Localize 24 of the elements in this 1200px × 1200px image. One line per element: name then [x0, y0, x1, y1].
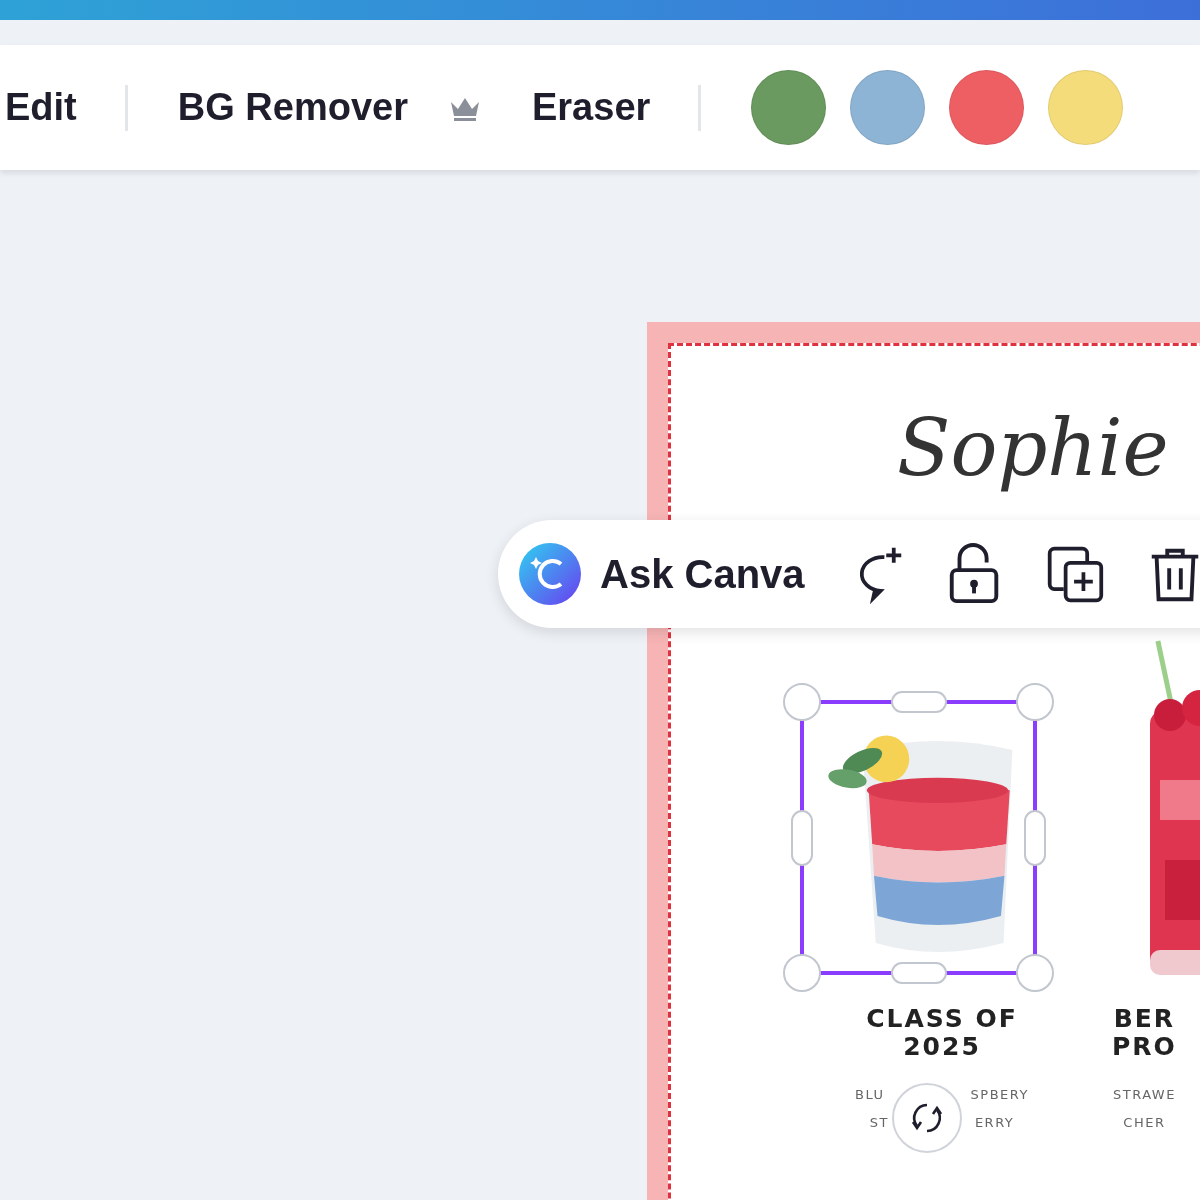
drink-description: SPBERY — [970, 1086, 1029, 1104]
toolbar-button[interactable]: BG Remover — [177, 86, 482, 129]
drink-title: CLASS OF — [866, 1005, 1018, 1033]
resize-handle[interactable] — [783, 683, 821, 721]
resize-handle[interactable] — [1016, 954, 1054, 992]
drink-description: CHER — [1123, 1114, 1166, 1132]
ask-canva-button[interactable]: Ask Canva — [518, 542, 805, 606]
toolbar-button[interactable]: Eraser — [532, 86, 651, 129]
resize-handle[interactable] — [783, 954, 821, 992]
resize-handle[interactable] — [890, 691, 947, 713]
drink-description: ERRY — [974, 1114, 1015, 1132]
resize-handle[interactable] — [890, 962, 947, 984]
resize-handle[interactable] — [791, 809, 813, 866]
drink-title: PRO — [1112, 1033, 1177, 1061]
resize-handle[interactable] — [1016, 683, 1054, 721]
drink-description: ST — [869, 1114, 889, 1132]
drink-title: 2025 — [903, 1033, 981, 1061]
ai-logo-icon — [518, 542, 582, 606]
toolbar-button[interactable]: Edit — [5, 86, 77, 129]
resize-handle[interactable] — [1024, 809, 1046, 866]
script-name: Sophie — [897, 403, 1169, 493]
drink-title: BER — [1113, 1005, 1176, 1033]
drink-description: STRAWE — [1112, 1086, 1176, 1104]
drink-description: BLU — [855, 1086, 885, 1104]
